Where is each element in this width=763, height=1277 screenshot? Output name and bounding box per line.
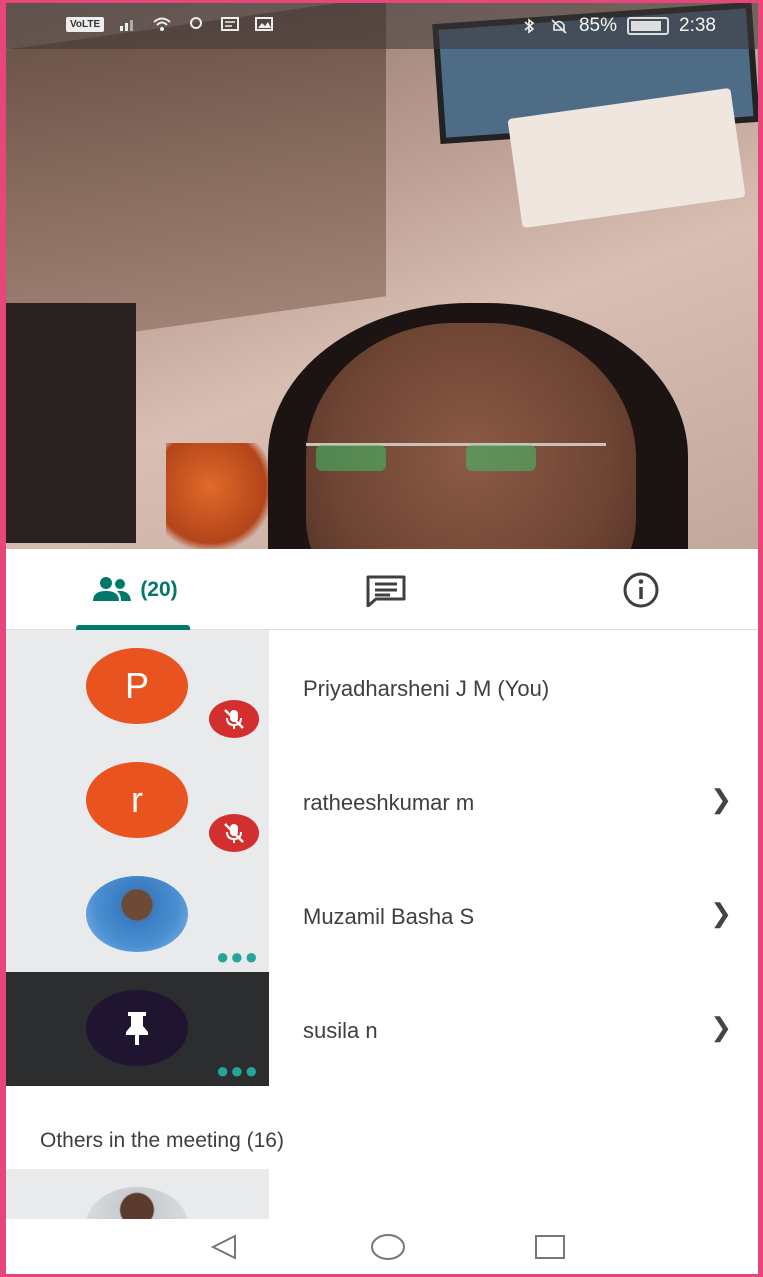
participant-row[interactable]: ●●● susila n ❯: [6, 972, 758, 1086]
volte-badge: VoLTE: [66, 16, 105, 32]
home-icon: [371, 1234, 405, 1260]
wifi-icon: [153, 17, 171, 31]
others-first-row[interactable]: [6, 1169, 269, 1219]
recents-icon: [535, 1235, 565, 1259]
video-feed[interactable]: VoLTE 85% 2:38: [6, 3, 758, 549]
mic-off-icon: [209, 814, 259, 852]
status-bar-right: 85% 2:38: [519, 15, 716, 37]
chevron-right-icon[interactable]: ❯: [710, 784, 732, 815]
bluetooth-icon: [524, 18, 535, 34]
video-lens-reflection: [466, 445, 536, 471]
people-icon: [93, 576, 132, 601]
avatar-column: ●●●: [6, 858, 269, 972]
system-nav-bar: [6, 1219, 758, 1274]
pin-icon: [126, 1012, 148, 1045]
speaking-dots-icon: ●●●: [216, 944, 259, 969]
tab-people[interactable]: (20): [76, 549, 192, 630]
clock: 2:38: [679, 15, 716, 36]
avatar-photo: [86, 876, 188, 952]
battery-icon: [627, 17, 670, 35]
tab-chat[interactable]: [346, 549, 426, 630]
participant-name: susila n: [303, 1018, 378, 1043]
signal-icon: [120, 20, 134, 31]
avatar-column: P: [6, 630, 269, 744]
participant-name: Priyadharsheni J M (You): [303, 676, 550, 701]
participant-name: Muzamil Basha S: [303, 904, 475, 929]
avatar: P: [86, 648, 188, 724]
video-lens-reflection: [316, 445, 386, 471]
message-icon: [221, 17, 240, 31]
participant-list: P Priyadharsheni J M (You) r ratheeshkum…: [6, 630, 758, 1086]
gallery-icon: [255, 17, 274, 31]
participant-row[interactable]: ●●● Muzamil Basha S ❯: [6, 858, 758, 972]
participant-row[interactable]: r ratheeshkumar m ❯: [6, 744, 758, 858]
video-background-wall: [6, 3, 386, 350]
participant-name: ratheeshkumar m: [303, 790, 475, 815]
participant-row[interactable]: P Priyadharsheni J M (You): [6, 630, 758, 744]
app-frame: VoLTE 85% 2:38 (20) P Priyadharsheni J M…: [6, 3, 758, 1274]
pin-avatar: [86, 990, 188, 1066]
mic-off-icon: [209, 700, 259, 738]
home-button[interactable]: [368, 1231, 408, 1263]
avatar-column: ●●●: [6, 972, 269, 1086]
back-button[interactable]: [204, 1231, 244, 1263]
tab-bar: (20): [6, 549, 758, 630]
video-background-flowers: [166, 443, 276, 549]
notifications-off-icon: [551, 19, 567, 34]
avatar-photo: [86, 1187, 188, 1219]
status-bar-left: VoLTE: [66, 16, 274, 32]
avatar-column: r: [6, 744, 269, 858]
avatar: r: [86, 762, 188, 838]
others-section-title: Others in the meeting (16): [40, 1129, 284, 1152]
recents-button[interactable]: [530, 1231, 570, 1263]
video-background-shelf: [6, 303, 136, 543]
people-count: (20): [140, 577, 178, 601]
chevron-right-icon[interactable]: ❯: [710, 898, 732, 929]
video-person-face: [306, 323, 636, 549]
chat-icon: [366, 575, 406, 607]
battery-percent: 85%: [578, 15, 618, 36]
back-icon: [210, 1234, 236, 1260]
tab-info[interactable]: [601, 549, 681, 630]
chevron-right-icon[interactable]: ❯: [710, 1012, 732, 1043]
info-icon: [623, 572, 659, 607]
status-bar: VoLTE 85% 2:38: [6, 3, 758, 49]
location-icon: [190, 17, 203, 29]
speaking-dots-icon: ●●●: [216, 1058, 259, 1083]
